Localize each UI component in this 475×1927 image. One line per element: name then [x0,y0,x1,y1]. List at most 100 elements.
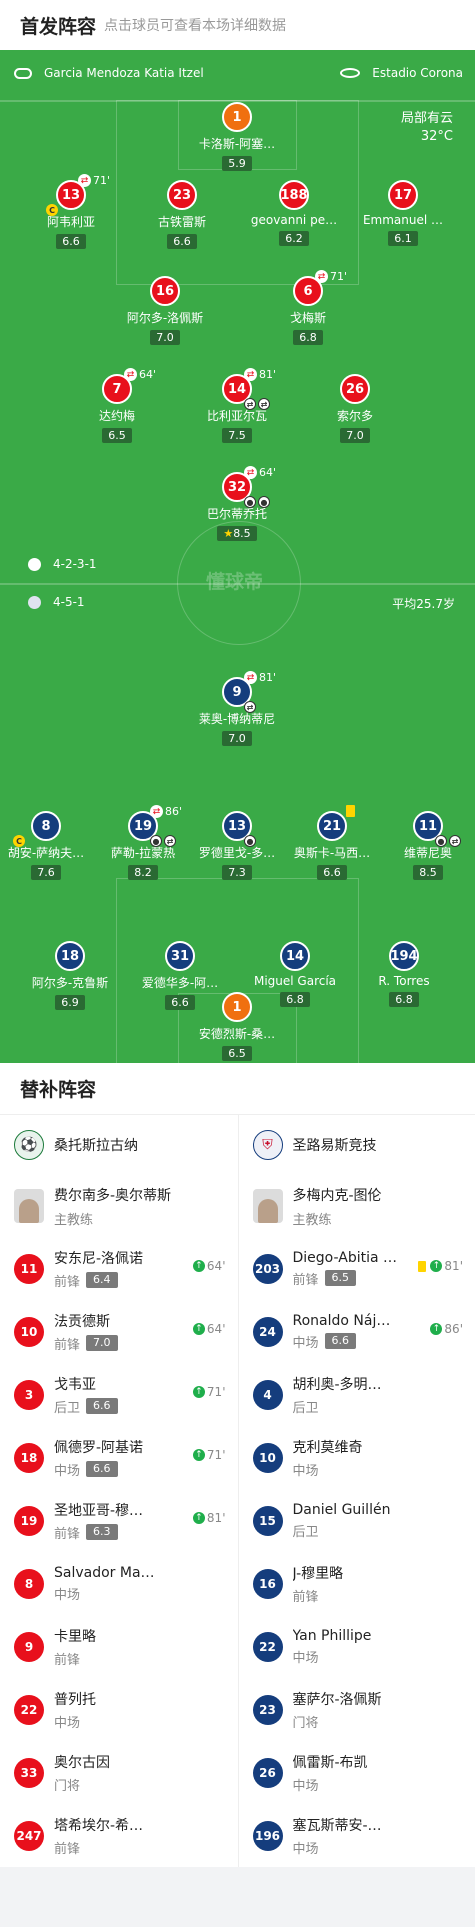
sub-player-row[interactable]: 16 J-穆里略 前锋 [239,1552,475,1615]
home-formation-row: 4-2-3-1 [28,557,97,571]
player-name: 巴尔蒂乔托 [206,507,267,521]
player-number: 8 C [13,811,61,847]
home-player-2[interactable]: 13 C ⇄ 71' 阿韦利亚 6.6 [16,174,126,249]
player-name: 胡安-萨纳夫… [7,846,85,860]
sub-player-row[interactable]: 4 胡利奥-多明… 后卫 [239,1363,475,1426]
sub-name: 塞瓦斯蒂安-… [292,1817,382,1834]
away-player-7[interactable]: 18 阿尔多-克鲁斯 6.9 [15,941,125,1010]
sub-info: 奥尔古因 门将 [54,1752,238,1794]
weather-info: 局部有云 32°C [401,110,453,146]
home-player-10[interactable]: 26 索尔多 7.0 [300,374,410,443]
player-rating: 6.8 [293,330,323,345]
sub-in-time: ↑ 64' [192,1259,226,1273]
away-team-row[interactable]: ⛨ 圣路易斯竞技 [239,1115,475,1175]
away-player-1[interactable]: 9 ⇄ ⇄ 81' 莱奥-博纳蒂尼 7.0 [182,671,292,746]
home-team-logo-icon: ⚽ [14,1130,44,1160]
sub-meta: 门将 [54,1775,238,1794]
home-player-5[interactable]: 17 Emmanuel … 6.1 [348,180,458,246]
home-player-9[interactable]: 14 ⇄ ⇄ ⇄ 81' 比利亚尔瓦 7.5 [182,368,292,443]
sub-player-row[interactable]: 247 塔希埃尔-希… 前锋 [0,1804,238,1867]
home-player-8[interactable]: 7 ⇄ 64' 达约梅 6.5 [62,368,172,443]
sub-player-row[interactable]: 9 卡里略 前锋 [0,1615,238,1678]
sub-in-icon: ↑ [430,1260,443,1272]
sub-position: 中场 [54,1715,81,1731]
player-name: 阿韦利亚 [46,215,95,229]
away-player-4[interactable]: 13 ● 罗德里戈-多… 7.3 [182,811,292,880]
away-coach-row[interactable]: 多梅内克-图伦 主教练 [239,1175,475,1237]
home-player-4[interactable]: 188 geovanni pe… 6.2 [239,180,349,246]
sub-player-row[interactable]: 18 佩德罗-阿基诺 中场 6.6 ↑ 71' [0,1426,238,1489]
sub-player-row[interactable]: 10 法贡德斯 前锋 7.0 ↑ 64' [0,1300,238,1363]
sub-player-row[interactable]: 8 Salvador Mari… 中场 [0,1552,238,1615]
player-rating: ★8.5 [217,526,257,541]
away-formation-row: 4-5-1 [28,595,85,609]
sub-name: Ronaldo Nájera [292,1312,399,1329]
sub-meta: 中场 [293,1460,475,1479]
sub-out-icon: ⇄ [124,368,137,381]
home-player-11[interactable]: 32 ● ● ⇄ 64' 巴尔蒂乔托 ★8.5 [182,466,292,541]
player-name: 爱德华多-阿… [141,976,219,990]
sub-position: 前锋 [54,1274,81,1290]
sub-position: 后卫 [292,1400,319,1416]
sub-player-row[interactable]: 203 Diego-Abitia L… 前锋 6.5 ↑ 81' [239,1237,475,1300]
home-player-6[interactable]: 16 阿尔多-洛佩斯 7.0 [110,276,220,345]
sub-player-row[interactable]: 15 Daniel Guillén 后卫 [239,1489,475,1552]
player-rating: 8.2 [128,865,158,880]
sub-in-icon: ↑ [430,1323,443,1335]
sub-name: 普列托 [54,1691,96,1708]
away-player-10[interactable]: 194 R. Torres 6.8 [349,941,459,1007]
sub-out-marker: ⇄ 71' [315,270,347,283]
sub-player-row[interactable]: 3 戈韦亚 后卫 6.6 ↑ 71' [0,1363,238,1426]
sub-name: Salvador Mari… [54,1564,160,1581]
sub-out-marker: ⇄ 86' [150,805,182,818]
sub-number: 3 [14,1379,44,1410]
sub-name: 佩雷斯-布凯 [292,1754,368,1771]
sub-position: 前锋 [54,1337,81,1353]
sub-info: 塞萨尔-洛佩斯 门将 [293,1689,475,1731]
player-rating: 6.1 [388,231,418,246]
away-team-icon [28,595,41,609]
sub-player-row[interactable]: 33 奥尔古因 门将 [0,1741,238,1804]
sub-player-row[interactable]: 22 Yan Phillipe 中场 [239,1615,475,1678]
captain-icon: C [46,204,58,216]
sub-player-row[interactable]: 22 普列托 中场 [0,1678,238,1741]
sub-rating: 6.6 [86,1461,118,1477]
sub-player-row[interactable]: 11 安东尼-洛佩诺 前锋 6.4 ↑ 64' [0,1237,238,1300]
sub-player-row[interactable]: 10 克利莫维奇 中场 [239,1426,475,1489]
sub-player-row[interactable]: 23 塞萨尔-洛佩斯 门将 [239,1678,475,1741]
sub-icon: ⇄ [244,701,256,713]
home-player-1[interactable]: 1 卡洛斯-阿塞… 5.9 [182,102,292,171]
player-rating: 6.6 [167,234,197,249]
away-player-6[interactable]: 11 ● ⇄ 维蒂尼奥 8.5 [373,811,475,880]
home-coach-row[interactable]: 费尔南多-奥尔蒂斯 主教练 [0,1175,238,1237]
sub-name: Diego-Abitia L… [292,1249,399,1266]
sub-player-row[interactable]: 26 佩雷斯-布凯 中场 [239,1741,475,1804]
sub-icon: ⇄ [449,835,461,847]
sub-meta: 中场 [54,1584,238,1603]
page-footer [0,1867,475,1919]
away-player-2[interactable]: 8 C 胡安-萨纳夫… 7.6 [0,811,101,880]
away-player-11[interactable]: 1 安德烈斯-桑… 6.5 [182,992,292,1061]
sub-info: Salvador Mari… 中场 [54,1565,238,1603]
home-player-3[interactable]: 23 古铁雷斯 6.6 [127,180,237,249]
player-number: 17 [388,180,418,210]
sub-info: J-穆里略 前锋 [293,1563,475,1605]
lineup-header: 首发阵容 点击球员可查看本场详细数据 [0,0,475,50]
sub-meta: 中场 [293,1775,475,1794]
player-name: 维蒂尼奥 [403,846,452,860]
home-player-7[interactable]: 6 ⇄ 71' 戈梅斯 6.8 [253,270,363,345]
sub-out-marker: ⇄ 64' [124,368,156,381]
player-number: 26 [340,374,370,404]
player-number: 11 ● ⇄ [413,811,461,847]
sub-number: 10 [252,1442,283,1473]
sub-icon: ⇄ [164,835,176,847]
sub-player-row[interactable]: 196 塞瓦斯蒂安-… 中场 [239,1804,475,1867]
away-player-5[interactable]: 21 奥斯卡-马西… 6.6 [277,805,387,880]
sub-player-row[interactable]: 19 圣地亚哥-穆… 前锋 6.3 ↑ 81' [0,1489,238,1552]
sub-rating: 6.4 [86,1272,118,1288]
coach-role: 主教练 [54,1212,94,1228]
sub-out-icon: ⇄ [244,671,257,684]
sub-position: 后卫 [292,1524,319,1540]
home-team-row[interactable]: ⚽ 桑托斯拉古纳 [0,1115,238,1175]
sub-player-row[interactable]: 24 Ronaldo Nájera 中场 6.6 ↑ 86' [239,1300,475,1363]
